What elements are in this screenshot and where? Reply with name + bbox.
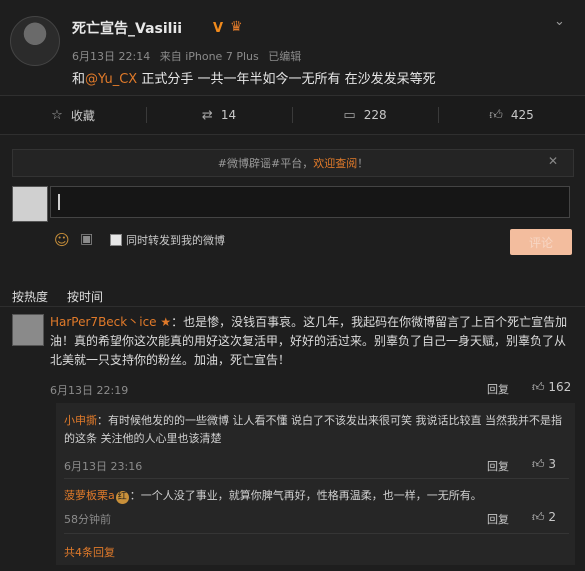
tab-sort-by-heat[interactable]: 按热度 xyxy=(12,288,48,305)
rumor-notice: #微博辟谣#平台， 欢迎查阅！ xyxy=(12,149,574,177)
comment-time: 6月13日 22:19 xyxy=(50,384,129,397)
comment-like-count: 162 xyxy=(548,380,572,394)
chevron-down-icon[interactable]: ⌄ xyxy=(554,14,565,29)
repost-icon: ⇄ xyxy=(201,107,213,123)
post-text-suffix: 正式分手 一共一年半如今一无所有 在沙发发呆等死 xyxy=(137,72,436,87)
post-edited[interactable]: 已编辑 xyxy=(268,50,301,63)
repost-checkbox-label[interactable]: 同时转发到我的微博 xyxy=(126,232,225,248)
post-source: 来自 iPhone 7 Plus xyxy=(159,50,259,63)
like-count: 425 xyxy=(510,108,534,122)
commenter-name[interactable]: HarPer7Beck丶ice xyxy=(50,315,157,329)
reply-like-button[interactable]: 👍︎ 2 xyxy=(532,510,556,525)
comment-like-button[interactable]: 👍︎ 162 xyxy=(532,380,571,395)
reply-time: 58分钟前 xyxy=(64,513,111,526)
star-icon: ☆ xyxy=(51,107,63,123)
member-crown-icon: ♛ xyxy=(230,19,243,35)
thumb-up-icon: 👍︎ xyxy=(532,457,545,471)
post-meta: 6月13日 22:14 来自 iPhone 7 Plus 已编辑 xyxy=(72,48,307,64)
picture-icon[interactable]: ▣ xyxy=(80,231,93,247)
action-bar: ☆ 收藏 ⇄ 14 ▭ 228 👍︎ 425 xyxy=(0,95,585,135)
my-avatar xyxy=(12,186,48,222)
commenter-badge-icon: ★ xyxy=(156,315,172,329)
thumb-up-icon: 👍︎ xyxy=(489,107,503,123)
notice-link[interactable]: 欢迎查阅 xyxy=(313,155,357,171)
notice-prefix: #微博辟谣#平台， xyxy=(217,157,314,170)
thumb-up-icon: 👍︎ xyxy=(532,380,545,394)
more-replies-link[interactable]: 共4条回复 xyxy=(64,544,115,560)
comment-count: 228 xyxy=(363,108,387,122)
comment-input[interactable] xyxy=(50,186,570,218)
commenter-avatar[interactable] xyxy=(12,314,44,346)
favorite-label: 收藏 xyxy=(70,108,95,123)
close-icon[interactable]: ✕ xyxy=(548,154,558,168)
mention-link[interactable]: @Yu_CX xyxy=(85,72,137,87)
author-name[interactable]: 死亡宣告_Vasilii xyxy=(72,18,182,38)
reply-text: 菠萝板栗a 红：一个人没了事业，就算你脾气再好，性格再温柔，也一样，一无所有。 xyxy=(64,487,569,505)
favorite-button[interactable]: ☆ 收藏 xyxy=(0,96,146,134)
verified-badge: V xyxy=(213,21,224,36)
send-comment-button[interactable]: 评论 xyxy=(510,229,572,255)
reply-button[interactable]: 回复 xyxy=(487,511,509,527)
reply-button[interactable]: 回复 xyxy=(487,381,509,397)
post-text-prefix: 和 xyxy=(72,72,86,87)
reply-author[interactable]: 小申撕 xyxy=(64,414,97,427)
author-avatar[interactable] xyxy=(10,16,60,66)
comment-button[interactable]: ▭ 228 xyxy=(292,96,438,134)
divider xyxy=(64,478,569,479)
post-time[interactable]: 6月13日 22:14 xyxy=(72,50,150,63)
post-text: 和@Yu_CX 正式分手 一共一年半如今一无所有 在沙发发呆等死 xyxy=(72,68,436,87)
emoji-icon[interactable]: ☺ xyxy=(54,231,70,249)
repost-count: 14 xyxy=(220,108,237,122)
thumb-up-icon: 👍︎ xyxy=(532,510,545,524)
fan-badge-icon: 红 xyxy=(115,491,129,504)
reply-like-count: 3 xyxy=(548,457,557,471)
reply-body: ：一个人没了事业，就算你脾气再好，性格再温柔，也一样，一无所有。 xyxy=(129,489,482,502)
reply-like-count: 2 xyxy=(548,510,557,524)
reply-time: 6月13日 23:16 xyxy=(64,460,143,473)
reply-like-button[interactable]: 👍︎ 3 xyxy=(532,457,556,472)
tab-sort-by-time[interactable]: 按时间 xyxy=(67,288,103,305)
repost-checkbox[interactable] xyxy=(110,234,122,246)
repost-button[interactable]: ⇄ 14 xyxy=(146,96,292,134)
reply-text: 小申撕：有时候他发的的一些微博 让人看不懂 说白了不该发出来很可笑 我说话比较直… xyxy=(64,412,569,448)
text-caret xyxy=(58,194,60,210)
divider xyxy=(64,533,569,534)
comment-text: HarPer7Beck丶ice ★：也是惨，没钱百事哀。这几年，我起码在你微博留… xyxy=(50,313,575,370)
notice-suffix: ！ xyxy=(357,157,369,170)
like-button[interactable]: 👍︎ 425 xyxy=(438,96,585,134)
comment-icon: ▭ xyxy=(343,107,356,123)
reply-author[interactable]: 菠萝板栗a xyxy=(64,489,115,502)
reply-button[interactable]: 回复 xyxy=(487,458,509,474)
divider xyxy=(0,306,585,307)
reply-body: ：有时候他发的的一些微博 让人看不懂 说白了不该发出来很可笑 我说话比较直 当然… xyxy=(64,414,562,445)
